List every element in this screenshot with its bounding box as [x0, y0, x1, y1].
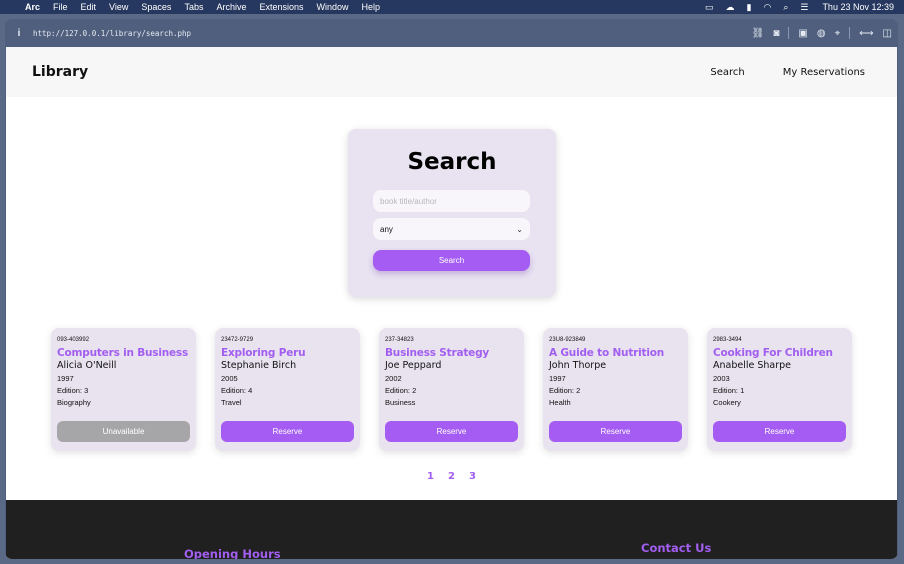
book-author: Alicia O'Neill — [57, 360, 117, 371]
menu-clock[interactable]: Thu 23 Nov 12:39 — [822, 2, 894, 12]
extensions-icon[interactable]: ⟷ — [859, 28, 873, 39]
book-genre: Business — [385, 398, 416, 407]
web-page: Library Search My Reservations Search an… — [6, 47, 897, 559]
menu-extensions[interactable]: Extensions — [259, 0, 303, 14]
reserve-button[interactable]: Reserve — [385, 421, 518, 442]
search-panel: Search any ⌄ Search — [348, 129, 556, 297]
book-year: 1997 — [57, 374, 74, 383]
book-isbn: 23472-9729 — [221, 337, 254, 343]
book-isbn: 093-403992 — [57, 337, 90, 343]
menu-archive[interactable]: Archive — [216, 0, 246, 14]
menu-file[interactable]: File — [53, 0, 68, 14]
book-year: 2005 — [221, 374, 238, 383]
reserve-button[interactable]: Reserve — [549, 421, 682, 442]
camera-icon[interactable]: ◙ — [773, 28, 779, 39]
book-author: Anabelle Sharpe — [713, 360, 792, 371]
site-nav: Search My Reservations — [672, 67, 865, 78]
book-isbn: 2983-3494 — [713, 337, 742, 343]
book-title: Exploring Peru — [221, 347, 306, 359]
site-header: Library Search My Reservations — [6, 47, 897, 97]
book-genre: Biography — [57, 398, 91, 407]
site-brand[interactable]: Library — [32, 64, 88, 80]
book-edition: Edition: 1 — [713, 386, 745, 395]
battery-icon[interactable]: ▮ — [747, 2, 752, 13]
book-title: Computers in Business — [57, 347, 189, 359]
page-link-3[interactable]: 3 — [469, 471, 476, 482]
reserve-button[interactable]: Reserve — [221, 421, 354, 442]
globe-icon[interactable]: ◍ — [817, 28, 826, 39]
site-info-icon[interactable]: i — [7, 28, 31, 39]
search-title: Search — [407, 149, 497, 175]
book-genre: Health — [549, 398, 571, 407]
control-center-icon[interactable]: ☰ — [800, 2, 808, 13]
chevron-down-icon: ⌄ — [516, 224, 523, 234]
contact-us-heading: Contact Us — [641, 541, 712, 555]
book-card: 237-34823 Business Strategy Joe Peppard … — [379, 328, 524, 451]
menu-edit[interactable]: Edit — [81, 0, 97, 14]
nav-search-link[interactable]: Search — [710, 67, 744, 78]
book-year: 1997 — [549, 374, 566, 383]
book-genre: Travel — [221, 398, 242, 407]
book-edition: Edition: 3 — [57, 386, 89, 395]
book-author: John Thorpe — [549, 360, 607, 371]
menu-window[interactable]: Window — [317, 0, 349, 14]
book-title: Business Strategy — [385, 347, 490, 359]
book-title: A Guide to Nutrition — [549, 347, 665, 359]
terminal-icon[interactable]: ▣ — [798, 28, 807, 39]
reserve-button[interactable]: Reserve — [713, 421, 846, 442]
link-icon[interactable]: ⛓ — [752, 28, 765, 39]
url-text[interactable]: http://127.0.0.1/library/search.php — [33, 29, 191, 38]
menu-help[interactable]: Help — [362, 0, 381, 14]
search-button[interactable]: Search — [373, 250, 530, 271]
target-icon[interactable]: ⌖ — [835, 28, 841, 39]
page-link-1[interactable]: 1 — [427, 471, 434, 482]
spotlight-search-icon[interactable]: ⌕ — [783, 2, 788, 13]
site-footer: Opening Hours Contact Us — [6, 500, 897, 559]
book-card: 23U8-923849 A Guide to Nutrition John Th… — [543, 328, 688, 451]
unavailable-button[interactable]: Unavailable — [57, 421, 190, 442]
opening-hours-heading: Opening Hours — [184, 547, 281, 559]
display-icon[interactable]: ▭ — [705, 2, 714, 13]
book-year: 2002 — [385, 374, 402, 383]
book-edition: Edition: 2 — [385, 386, 417, 395]
menu-bar: Arc File Edit View Spaces Tabs Archive E… — [0, 0, 904, 14]
book-card: 23472-9729 Exploring Peru Stephanie Birc… — [215, 328, 360, 451]
toolbar-divider — [849, 27, 851, 39]
menu-view[interactable]: View — [109, 0, 128, 14]
category-select[interactable]: any ⌄ — [373, 218, 530, 240]
book-edition: Edition: 4 — [221, 386, 253, 395]
book-isbn: 237-34823 — [385, 337, 414, 343]
menu-tabs[interactable]: Tabs — [184, 0, 203, 14]
wifi-icon[interactable]: ◠ — [763, 2, 771, 13]
book-year: 2003 — [713, 374, 730, 383]
book-isbn: 23U8-923849 — [549, 337, 586, 343]
nav-my-reservations-link[interactable]: My Reservations — [783, 67, 865, 78]
book-card: 093-403992 Computers in Business Alicia … — [51, 328, 196, 451]
pagination: 1 2 3 — [6, 471, 897, 482]
cloud-icon[interactable]: ☁ — [726, 2, 735, 13]
book-edition: Edition: 2 — [549, 386, 581, 395]
category-select-value: any — [380, 224, 393, 234]
book-genre: Cookery — [713, 398, 741, 407]
book-card: 2983-3494 Cooking For Children Anabelle … — [707, 328, 852, 451]
toolbar-divider — [788, 27, 790, 39]
menu-spaces[interactable]: Spaces — [141, 0, 171, 14]
search-input[interactable] — [373, 190, 530, 212]
book-title: Cooking For Children — [713, 347, 833, 359]
sidebar-toggle-icon[interactable]: ◫ — [883, 28, 892, 39]
url-bar: i http://127.0.0.1/library/search.php ⛓ … — [5, 19, 898, 47]
browser-window: i http://127.0.0.1/library/search.php ⛓ … — [5, 19, 898, 559]
page-link-2[interactable]: 2 — [448, 471, 455, 482]
menu-app-name[interactable]: Arc — [25, 0, 40, 14]
book-author: Stephanie Birch — [221, 360, 297, 371]
book-author: Joe Peppard — [385, 360, 442, 371]
